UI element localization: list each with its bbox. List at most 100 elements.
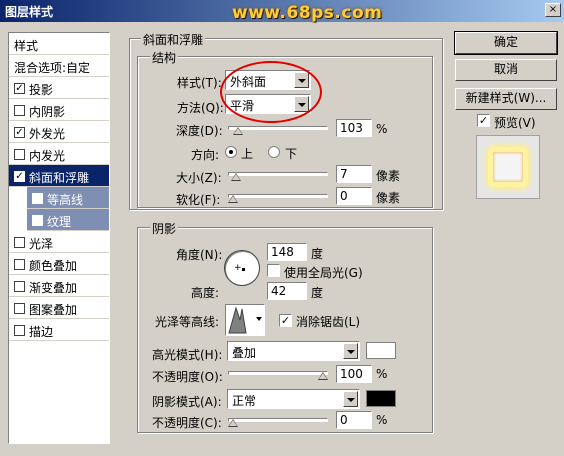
slider-thumb[interactable] (233, 127, 243, 135)
global-light-label: 使用全局光(G) (284, 266, 363, 280)
ok-button[interactable]: 确定 (454, 31, 558, 55)
bevel-emboss-title: 斜面和浮雕 (141, 31, 206, 48)
chevron-down-icon (294, 72, 309, 88)
shadow-color-swatch[interactable] (366, 390, 396, 407)
shadow-mode-value: 正常 (232, 394, 257, 408)
preview-shape (488, 147, 528, 187)
highlight-opacity-unit: % (376, 367, 388, 381)
list-item-checkbox[interactable]: ✓ (14, 171, 25, 182)
list-item-checkbox[interactable] (14, 281, 25, 292)
list-item-blending-options[interactable]: 混合选项:自定 (9, 55, 109, 77)
list-item-label: 图案叠加 (29, 303, 78, 317)
list-item-label: 斜面和浮雕 (29, 171, 90, 185)
list-item[interactable]: 内发光 (9, 143, 109, 165)
list-item-checkbox[interactable] (14, 237, 25, 248)
shading-title: 阴影 (150, 220, 179, 237)
list-item[interactable]: 描边 (9, 319, 109, 341)
size-input[interactable]: 7 (336, 165, 372, 183)
list-item[interactable]: ✓ 投影 (9, 77, 109, 99)
gloss-contour-label: 光泽等高线: (155, 315, 220, 329)
global-light-checkbox[interactable] (267, 264, 280, 277)
list-item-checkbox[interactable]: ✓ (14, 83, 25, 94)
contour-icon (228, 306, 254, 334)
list-item-label: 等高线 (47, 193, 84, 207)
list-header-styles[interactable]: 样式 (9, 33, 109, 55)
slider-thumb[interactable] (231, 173, 241, 181)
direction-up-radio[interactable] (225, 146, 237, 158)
slider-thumb[interactable] (228, 419, 238, 427)
altitude-unit: 度 (311, 286, 324, 300)
angle-input[interactable]: 148 (267, 243, 307, 261)
watermark: www.68ps.com (232, 3, 383, 23)
size-label: 大小(Z): (176, 171, 222, 185)
technique-label: 方法(Q): (177, 101, 224, 115)
window-title: 图层样式 (5, 5, 54, 19)
title-bar: 图层样式 www.68ps.com × (0, 0, 564, 23)
altitude-input[interactable]: 42 (267, 282, 307, 300)
list-item[interactable]: 纹理 (27, 209, 109, 231)
list-item[interactable]: 渐变叠加 (9, 275, 109, 297)
technique-select[interactable]: 平滑 (225, 94, 311, 114)
close-button[interactable]: × (545, 3, 561, 17)
preview-label: 预览(V) (494, 116, 536, 130)
list-item-label: 外发光 (29, 127, 66, 141)
soften-label: 软化(F): (176, 193, 221, 207)
list-item-checkbox[interactable] (32, 193, 43, 204)
list-item-label: 纹理 (47, 215, 72, 229)
antialias-label: 消除锯齿(L) (296, 315, 361, 329)
size-slider[interactable] (228, 168, 328, 181)
list-item-checkbox[interactable] (14, 105, 25, 116)
list-item[interactable]: 光泽 (9, 231, 109, 253)
cancel-button[interactable]: 取消 (455, 59, 557, 81)
list-item[interactable]: 等高线 (27, 187, 109, 209)
depth-slider[interactable] (228, 122, 328, 135)
size-unit: 像素 (376, 169, 401, 183)
list-item-label: 描边 (29, 325, 54, 339)
style-select[interactable]: 外斜面 (225, 70, 311, 90)
list-item[interactable]: 图案叠加 (9, 297, 109, 319)
highlight-mode-label: 高光模式(H): (152, 348, 223, 362)
altitude-label: 高度: (191, 286, 220, 300)
shadow-opacity-input[interactable]: 0 (336, 411, 372, 429)
depth-unit: % (376, 122, 388, 136)
shadow-opacity-label: 不透明度(C): (152, 416, 222, 430)
soften-unit: 像素 (376, 191, 401, 205)
list-item-label: 内阴影 (29, 105, 66, 119)
soften-input[interactable]: 0 (336, 187, 372, 205)
list-item-checkbox[interactable] (14, 259, 25, 270)
gloss-contour-picker[interactable] (225, 304, 265, 336)
technique-value: 平滑 (230, 99, 255, 113)
new-style-button[interactable]: 新建样式(W)... (455, 88, 557, 110)
list-item-checkbox[interactable]: ✓ (14, 127, 25, 138)
chevron-down-icon (256, 317, 262, 321)
antialias-checkbox[interactable]: ✓ (279, 314, 292, 327)
angle-dial[interactable]: + (224, 250, 260, 286)
shadow-mode-select[interactable]: 正常 (227, 389, 360, 409)
list-item[interactable]: ✓ 斜面和浮雕 (9, 165, 109, 187)
angle-unit: 度 (311, 247, 324, 261)
highlight-opacity-input[interactable]: 100 (336, 365, 372, 383)
list-item[interactable]: 颜色叠加 (9, 253, 109, 275)
slider-thumb[interactable] (228, 195, 238, 203)
highlight-color-swatch[interactable] (366, 342, 396, 359)
list-item-checkbox[interactable] (32, 215, 43, 226)
slider-thumb[interactable] (318, 372, 328, 380)
chevron-down-icon (343, 343, 358, 359)
direction-down-label: 下 (285, 147, 298, 161)
list-item[interactable]: 内阴影 (9, 99, 109, 121)
style-list: 样式 混合选项:自定 ✓ 投影内阴影 ✓ 外发光内发光 ✓ 斜面和浮雕等高线纹理光泽 颜色叠… (8, 32, 110, 444)
list-item-checkbox[interactable] (14, 325, 25, 336)
list-item-checkbox[interactable] (14, 303, 25, 314)
list-header-label: 样式 (14, 39, 39, 53)
list-item[interactable]: ✓ 外发光 (9, 121, 109, 143)
highlight-mode-value: 叠加 (232, 346, 257, 360)
preview-checkbox[interactable]: ✓ (477, 114, 490, 127)
shadow-opacity-slider[interactable] (228, 414, 328, 427)
list-item-checkbox[interactable] (14, 149, 25, 160)
direction-down-radio[interactable] (268, 146, 280, 158)
depth-input[interactable]: 103 (336, 119, 372, 137)
highlight-opacity-slider[interactable] (228, 367, 328, 380)
shadow-mode-label: 阴影模式(A): (152, 395, 222, 409)
soften-slider[interactable] (228, 190, 328, 203)
highlight-mode-select[interactable]: 叠加 (227, 341, 360, 361)
